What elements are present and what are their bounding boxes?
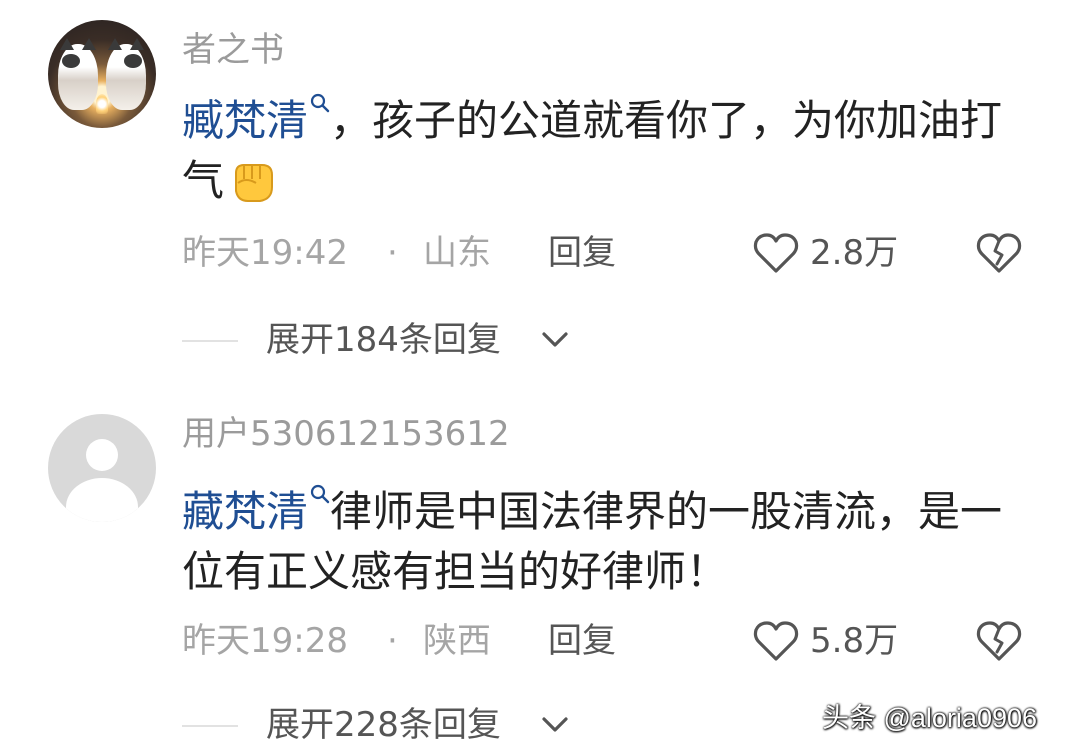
- comment-time: 昨天19:42: [182, 233, 348, 273]
- comment-meta: 昨天19:42 · 山东 回复 2.8万: [182, 233, 1052, 273]
- comment-username[interactable]: 者之书: [182, 30, 284, 70]
- heart-icon: [753, 621, 799, 661]
- comment-text: 藏梵清 律师是中国法律界的一股清流，是一位有正义感有担当的好律师！: [182, 482, 1032, 602]
- mention-link[interactable]: 臧梵清: [182, 96, 308, 145]
- avatar[interactable]: [48, 20, 156, 128]
- comment-time: 昨天19:28: [182, 621, 348, 661]
- comment-username[interactable]: 用户530612153612: [182, 414, 510, 454]
- search-icon: [310, 93, 330, 113]
- like-count: 5.8万: [810, 621, 899, 661]
- broken-heart-icon[interactable]: [975, 231, 1023, 275]
- avatar-cat-left: [58, 38, 98, 110]
- search-icon: [310, 484, 330, 504]
- watermark: 头条 @aloria0906: [822, 703, 1038, 733]
- fist-icon: [235, 164, 274, 202]
- avatar-candle: [96, 94, 108, 114]
- mention-link[interactable]: 藏梵清: [182, 487, 308, 536]
- comment-text: 臧梵清 ，孩子的公道就看你了，为你加油打气: [182, 91, 1032, 211]
- default-avatar-head: [86, 439, 118, 471]
- expand-divider: [182, 725, 238, 727]
- meta-separator: ·: [387, 233, 398, 273]
- avatar[interactable]: [48, 414, 156, 522]
- meta-separator: ·: [387, 621, 398, 661]
- comment-location: 山东: [423, 233, 491, 273]
- reply-button[interactable]: 回复: [548, 621, 616, 661]
- comment-location: 陕西: [423, 621, 491, 661]
- expand-replies-label: 展开228条回复: [266, 705, 501, 745]
- expand-divider: [182, 340, 238, 342]
- comment-meta: 昨天19:28 · 陕西 回复 5.8万: [182, 621, 1052, 661]
- reply-button[interactable]: 回复: [548, 233, 616, 273]
- expand-replies-label: 展开184条回复: [266, 320, 501, 360]
- expand-replies-button[interactable]: 展开228条回复: [182, 705, 682, 745]
- chevron-down-icon: [542, 717, 568, 732]
- avatar-cat-right: [106, 38, 146, 110]
- comment-item: 者之书 臧梵清 ，孩子的公道就看你了，为你加油打气 昨天19:42 · 山东 回…: [0, 0, 1080, 392]
- default-avatar-body: [66, 478, 138, 522]
- broken-heart-icon[interactable]: [975, 619, 1023, 663]
- expand-replies-button[interactable]: 展开184条回复: [182, 320, 682, 360]
- chevron-down-icon: [542, 332, 568, 347]
- heart-icon: [753, 233, 799, 273]
- like-count: 2.8万: [810, 233, 899, 273]
